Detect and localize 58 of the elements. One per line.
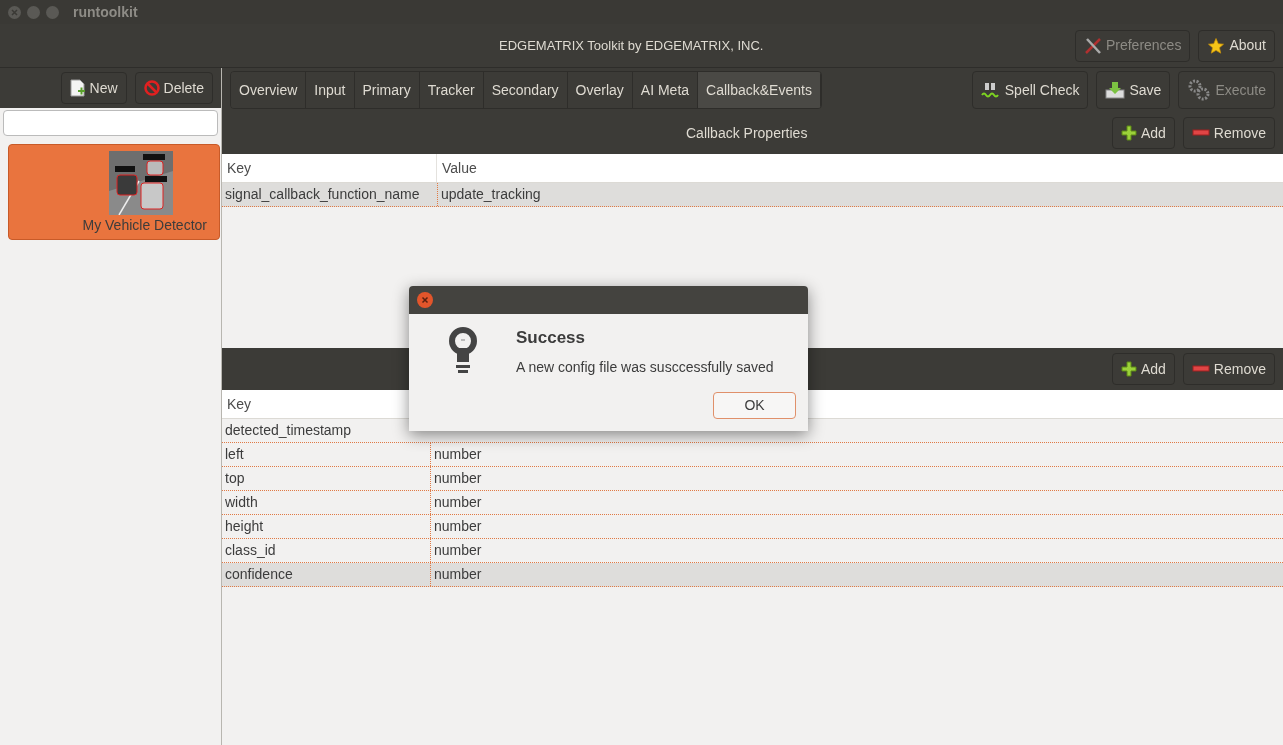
lightbulb-icon	[447, 326, 478, 374]
remove-button[interactable]: Remove	[1182, 353, 1275, 385]
tools-icon	[1083, 36, 1102, 55]
column-header[interactable]: Key	[222, 154, 437, 182]
minus-icon	[1191, 365, 1210, 373]
ok-button[interactable]: OK	[713, 391, 796, 419]
table-cell: number	[430, 515, 1283, 538]
search-field[interactable]	[3, 110, 218, 136]
table-cell-text: top	[224, 469, 246, 488]
table-row[interactable]: height number	[222, 515, 1283, 539]
table-cell: number	[430, 443, 1283, 466]
close-icon[interactable]	[417, 292, 433, 308]
window-title: runtoolkit	[73, 2, 138, 22]
table-row[interactable]: left number	[222, 443, 1283, 467]
table-cell-text: height	[224, 517, 265, 536]
prohibited-icon	[143, 80, 160, 96]
maximize-icon[interactable]	[46, 5, 59, 19]
dialog-message: A new config file was susccessfully saved	[516, 357, 775, 377]
column-header[interactable]: Value	[437, 154, 1283, 182]
tab[interactable]: Callback&Events	[698, 72, 821, 108]
spell-check-icon	[980, 81, 1001, 99]
spell-button[interactable]: Spell Check	[971, 71, 1089, 109]
about-button[interactable]: About	[1198, 29, 1275, 62]
table-cell: number	[430, 563, 1283, 586]
close-icon[interactable]	[8, 5, 21, 19]
table-cell-text: left	[224, 445, 245, 464]
table-cell-text: detected_timestamp	[224, 421, 353, 440]
new-button[interactable]: New	[60, 72, 127, 104]
table-cell-text: width	[224, 493, 259, 512]
table-row[interactable]: width number	[222, 491, 1283, 515]
table-cell: number	[430, 539, 1283, 562]
document-add-icon	[69, 79, 86, 97]
table-cell-text: signal_callback_function_name	[224, 185, 421, 204]
table-cell-text: class_id	[224, 541, 277, 560]
table-row[interactable]: top number	[222, 467, 1283, 491]
table-row[interactable]: confidence number	[222, 563, 1283, 587]
table-cell-text: confidence	[224, 565, 294, 584]
table-row[interactable]: signal_callback_function_name update_tracking	[222, 183, 1283, 207]
table-cell: number	[430, 491, 1283, 514]
app-title: EDGEMATRIX Toolkit by EDGEMATRIX, INC.	[499, 36, 764, 55]
plus-icon	[1120, 125, 1137, 141]
tab[interactable]: Overview	[231, 72, 307, 108]
download-icon	[1105, 81, 1126, 99]
minus-icon	[1191, 129, 1210, 137]
minimize-icon[interactable]	[27, 5, 40, 19]
plus-icon	[1120, 361, 1137, 377]
table-cell: number	[430, 467, 1283, 490]
add-button[interactable]: Add	[1111, 353, 1175, 385]
detector-item[interactable]: My Vehicle Detector	[8, 144, 220, 240]
dialog-title: Success	[516, 327, 586, 349]
table-cell: update_tracking	[437, 183, 1283, 206]
star-icon	[1207, 36, 1226, 55]
gears-icon	[1187, 79, 1212, 101]
add-button[interactable]: Add	[1111, 117, 1175, 149]
section-title: Callback Properties	[686, 123, 808, 143]
save-button[interactable]: Save	[1096, 71, 1171, 109]
remove-button[interactable]: Remove	[1182, 117, 1275, 149]
delete-button[interactable]: Delete	[134, 72, 213, 104]
